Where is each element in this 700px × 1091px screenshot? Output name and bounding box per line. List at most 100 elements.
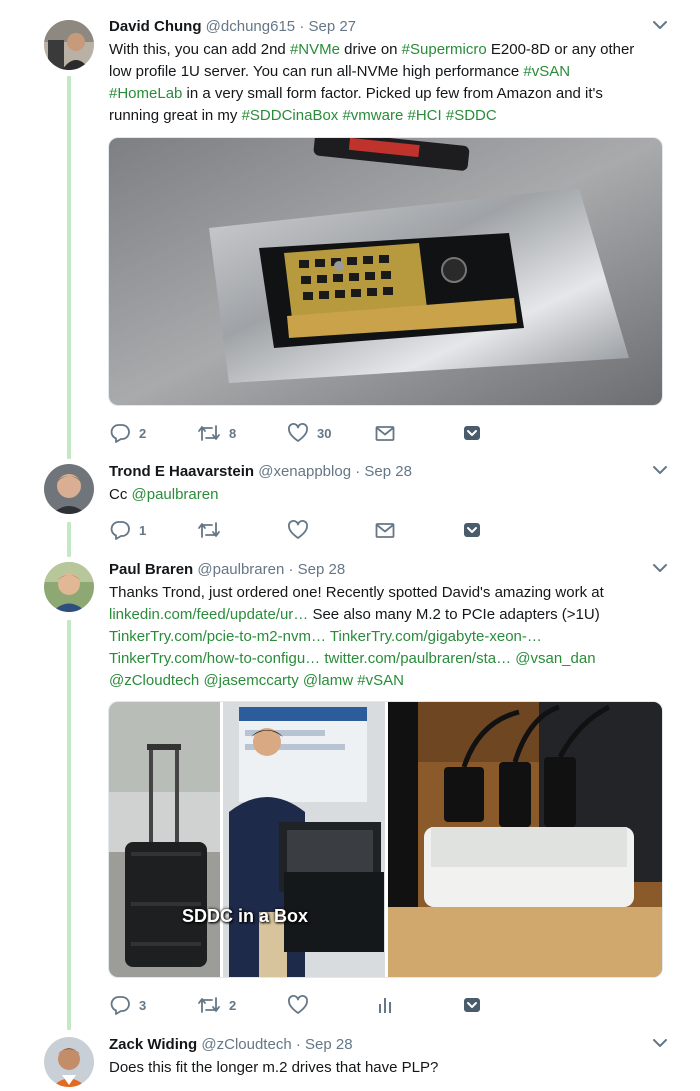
tweet-text: With this, you can add 2nd #NVMe drive o… xyxy=(109,39,668,127)
tweet-text-line: With this, you can add 2nd #NVMe drive o… xyxy=(109,39,668,61)
timestamp[interactable]: Sep 28 xyxy=(364,463,412,480)
reply-button[interactable]: 3 xyxy=(109,994,146,1016)
tweet-text-line: Cc @paulbraren xyxy=(109,484,668,506)
tweet-text-line: linkedin.com/feed/update/ur… See also ma… xyxy=(109,604,668,626)
mention-link[interactable]: @zCloudtech xyxy=(109,672,199,689)
tweet-text-line: Thanks Trond, just ordered one! Recently… xyxy=(109,582,668,604)
tweet-text-segment: Thanks Trond, just ordered one! Recently… xyxy=(109,584,604,601)
timestamp[interactable]: Sep 28 xyxy=(298,561,346,578)
reply-count: 3 xyxy=(139,997,147,1013)
retweet-button[interactable]: 8 xyxy=(197,422,236,444)
tweet-text-segment: in a very small form factor. Picked up f… xyxy=(182,85,603,102)
thread-line xyxy=(67,522,71,557)
author-name[interactable]: Trond E Haavarstein xyxy=(109,463,254,480)
heart-icon xyxy=(287,519,309,541)
hashtag-link[interactable]: #Supermicro xyxy=(402,41,487,58)
mention-link[interactable]: @vsan_dan xyxy=(515,650,595,667)
hashtag-link[interactable]: #SDDC xyxy=(446,107,497,124)
avatar[interactable] xyxy=(44,1037,94,1087)
retweet-button[interactable] xyxy=(197,519,221,541)
url-link[interactable]: twitter.com/paulbraren/sta… xyxy=(324,650,511,667)
separator: · xyxy=(288,561,294,578)
envelope-icon xyxy=(374,422,396,444)
hashtag-link[interactable]: #HomeLab xyxy=(109,85,182,102)
separator: · xyxy=(299,18,305,35)
bookmark-button[interactable] xyxy=(462,994,482,1016)
media-caption: SDDC in a Box xyxy=(182,906,309,926)
tweet-text-line: Does this fit the longer m.2 drives that… xyxy=(109,1057,668,1079)
tweet-text-line: #HomeLab in a very small form factor. Pi… xyxy=(109,83,668,105)
url-link[interactable]: TinkerTry.com/gigabyte-xeon-… xyxy=(330,628,542,645)
thread-line xyxy=(67,76,71,459)
tweet-text-segment: drive on xyxy=(339,41,402,58)
envelope-icon xyxy=(374,519,396,541)
author-name[interactable]: Paul Braren xyxy=(109,561,193,578)
reply-icon xyxy=(109,519,131,541)
tweet-text: Cc @paulbraren xyxy=(109,484,668,506)
tweet-text-segment: With this, you can add 2nd xyxy=(109,41,290,58)
avatar[interactable] xyxy=(44,562,94,612)
tweet-image-grid[interactable]: SDDC in a Box xyxy=(108,701,663,978)
reply-button[interactable]: 1 xyxy=(109,519,146,541)
retweet-icon xyxy=(197,994,221,1016)
chevron-down-icon[interactable] xyxy=(650,1033,670,1053)
avatar[interactable] xyxy=(44,20,94,70)
retweet-button[interactable]: 2 xyxy=(197,994,236,1016)
tweet-text: Does this fit the longer m.2 drives that… xyxy=(109,1057,668,1079)
hashtag-link[interactable]: #vmware xyxy=(342,107,403,124)
reply-count: 2 xyxy=(139,425,147,441)
chevron-down-icon[interactable] xyxy=(650,460,670,480)
url-link[interactable]: TinkerTry.com/pcie-to-m2-nvm… xyxy=(109,628,326,645)
hashtag-link[interactable]: #SDDCinaBox xyxy=(242,107,339,124)
tweet-text: Thanks Trond, just ordered one! Recently… xyxy=(109,582,668,692)
author-name[interactable]: David Chung xyxy=(109,18,202,35)
hashtag-link[interactable]: #vSAN xyxy=(357,672,404,689)
author-handle[interactable]: @xenappblog xyxy=(258,463,351,480)
tweet-text-line: running great in my #SDDCinaBox #vmware … xyxy=(109,105,668,127)
tweet-text-line: TinkerTry.com/how-to-configu… twitter.co… xyxy=(109,648,668,670)
tweet-image[interactable] xyxy=(108,137,663,406)
tweet-text-segment: See also many M.2 to PCIe adapters (>1U) xyxy=(308,606,600,623)
like-button[interactable] xyxy=(287,994,309,1016)
retweet-count: 2 xyxy=(229,997,237,1013)
analytics-icon xyxy=(374,994,396,1016)
bookmark-icon xyxy=(462,995,482,1015)
avatar[interactable] xyxy=(44,464,94,514)
reply-button[interactable]: 2 xyxy=(109,422,146,444)
hashtag-link[interactable]: #HCI xyxy=(408,107,442,124)
analytics-button[interactable] xyxy=(374,994,396,1016)
chevron-down-icon[interactable] xyxy=(650,15,670,35)
author-name[interactable]: Zack Widing xyxy=(109,1036,197,1053)
message-button[interactable] xyxy=(374,519,396,541)
mention-link[interactable]: @paulbraren xyxy=(132,486,219,503)
author-handle[interactable]: @zCloudtech xyxy=(201,1036,291,1053)
timestamp[interactable]: Sep 28 xyxy=(305,1036,353,1053)
author-handle[interactable]: @paulbraren xyxy=(197,561,284,578)
heart-icon xyxy=(287,994,309,1016)
like-button[interactable]: 30 xyxy=(287,422,331,444)
message-button[interactable] xyxy=(374,422,396,444)
bookmark-icon xyxy=(462,520,482,540)
author-handle[interactable]: @dchung615 xyxy=(206,18,295,35)
bookmark-button[interactable] xyxy=(462,422,482,444)
thread-line xyxy=(67,620,71,1030)
hashtag-link[interactable]: #NVMe xyxy=(290,41,340,58)
timestamp[interactable]: Sep 27 xyxy=(308,18,356,35)
url-link[interactable]: TinkerTry.com/how-to-configu… xyxy=(109,650,320,667)
retweet-icon xyxy=(197,422,221,444)
tweet-text-line: TinkerTry.com/pcie-to-m2-nvm… TinkerTry.… xyxy=(109,626,668,648)
mention-link[interactable]: @lamw xyxy=(303,672,353,689)
chevron-down-icon[interactable] xyxy=(650,558,670,578)
retweet-icon xyxy=(197,519,221,541)
like-button[interactable] xyxy=(287,519,309,541)
tweet-text-segment: low profile 1U server. You can run all-N… xyxy=(109,63,524,80)
url-link[interactable]: linkedin.com/feed/update/ur… xyxy=(109,606,308,623)
reply-icon xyxy=(109,994,131,1016)
reply-count: 1 xyxy=(139,522,147,538)
hashtag-link[interactable]: #vSAN xyxy=(523,63,570,80)
tweet-text-segment: running great in my xyxy=(109,107,242,124)
bookmark-button[interactable] xyxy=(462,519,482,541)
mention-link[interactable]: @jasemccarty xyxy=(203,672,298,689)
bookmark-icon xyxy=(462,423,482,443)
tweet-text-line: low profile 1U server. You can run all-N… xyxy=(109,61,668,83)
